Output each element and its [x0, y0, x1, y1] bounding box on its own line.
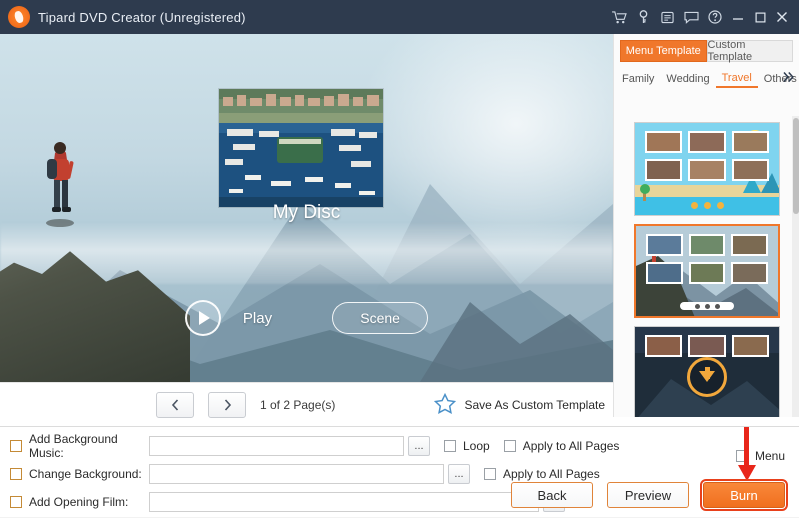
vertical-scrollbar[interactable] [792, 116, 799, 417]
dvd-creator-window: Tipard DVD Creator (Unregistered) [0, 0, 799, 517]
template-item-mountain[interactable] [634, 224, 780, 318]
burn-button[interactable]: Burn [703, 482, 785, 508]
subtab-family[interactable]: Family [616, 71, 660, 87]
template-download-cells [645, 335, 769, 357]
play-label[interactable]: Play [243, 310, 272, 327]
menu-label: Menu [755, 449, 785, 463]
back-button[interactable]: Back [511, 482, 593, 508]
template-beach-pagination [635, 202, 779, 209]
chevron-double-right-icon[interactable] [782, 71, 795, 86]
add-opening-film-checkbox[interactable] [10, 496, 22, 508]
template-tabs: Menu Template Custom Template [620, 40, 793, 62]
title-bar: Tipard DVD Creator (Unregistered) [0, 0, 799, 34]
star-icon [434, 393, 456, 417]
template-mountain-pagination [636, 302, 778, 310]
background-music-browse-button[interactable]: ... [408, 436, 430, 456]
bottom-options-bar: Add Background Music: ... Loop Apply to … [0, 426, 799, 517]
key-icon[interactable] [631, 0, 655, 34]
disc-thumbnail-image [219, 89, 383, 207]
maximize-icon[interactable] [749, 0, 771, 34]
scene-button[interactable]: Scene [332, 302, 428, 334]
tipard-disc-logo-icon [8, 6, 30, 28]
menu-preview-canvas[interactable]: My Disc Play Scene [0, 34, 613, 382]
add-background-music-label: Add Background Music: [29, 432, 149, 460]
download-icon [687, 357, 727, 397]
minimize-icon[interactable] [727, 0, 749, 34]
add-background-music-checkbox[interactable] [10, 440, 22, 452]
template-list[interactable] [614, 116, 799, 417]
page-count-label: 1 of 2 Page(s) [260, 398, 335, 412]
template-mountain-cells [646, 234, 768, 284]
tab-menu-template[interactable]: Menu Template [620, 40, 707, 62]
menu-buttons-row: Play Scene [0, 288, 613, 348]
app-title: Tipard DVD Creator (Unregistered) [38, 10, 246, 25]
cart-icon[interactable] [607, 0, 631, 34]
previous-page-button[interactable] [156, 392, 194, 418]
add-opening-film-label: Add Opening Film: [29, 495, 149, 509]
subtab-wedding[interactable]: Wedding [660, 71, 715, 87]
action-buttons: Back Preview Burn [511, 482, 785, 508]
help-icon[interactable] [703, 0, 727, 34]
chevron-right-icon [223, 399, 232, 411]
comment-icon[interactable] [679, 0, 703, 34]
template-item-download[interactable] [634, 326, 780, 417]
template-beach-cells [645, 131, 769, 181]
template-item-beach[interactable] [634, 122, 780, 216]
play-button[interactable] [185, 300, 221, 336]
change-background-checkbox[interactable] [10, 468, 22, 480]
chevron-left-icon [171, 399, 180, 411]
close-icon[interactable] [771, 0, 793, 34]
save-custom-template-group[interactable]: Save As Custom Template [434, 383, 605, 427]
play-triangle-icon [199, 311, 210, 325]
template-category-tabs: Family Wedding Travel Others [616, 68, 797, 90]
preview-button[interactable]: Preview [607, 482, 689, 508]
change-background-input[interactable] [149, 464, 444, 484]
page-navigation-bar: 1 of 2 Page(s) Save As Custom Template [0, 382, 613, 426]
panel-spacer [613, 417, 799, 426]
subtab-travel[interactable]: Travel [716, 70, 758, 88]
titlebar-icon-group [607, 0, 793, 34]
loop-checkbox[interactable] [444, 440, 456, 452]
disc-thumbnail[interactable] [219, 89, 383, 207]
tab-custom-template[interactable]: Custom Template [707, 40, 794, 62]
bottom-right-controls: Menu Back Preview Burn [461, 427, 791, 518]
red-down-arrow-annotation [737, 427, 757, 486]
save-custom-template-label[interactable]: Save As Custom Template [464, 398, 605, 412]
background-music-input[interactable] [149, 436, 404, 456]
template-panel: Menu Template Custom Template Family Wed… [613, 34, 799, 417]
disc-title-text[interactable]: My Disc [0, 202, 613, 224]
next-page-button[interactable] [208, 392, 246, 418]
change-background-label: Change Background: [29, 467, 149, 481]
register-icon[interactable] [655, 0, 679, 34]
